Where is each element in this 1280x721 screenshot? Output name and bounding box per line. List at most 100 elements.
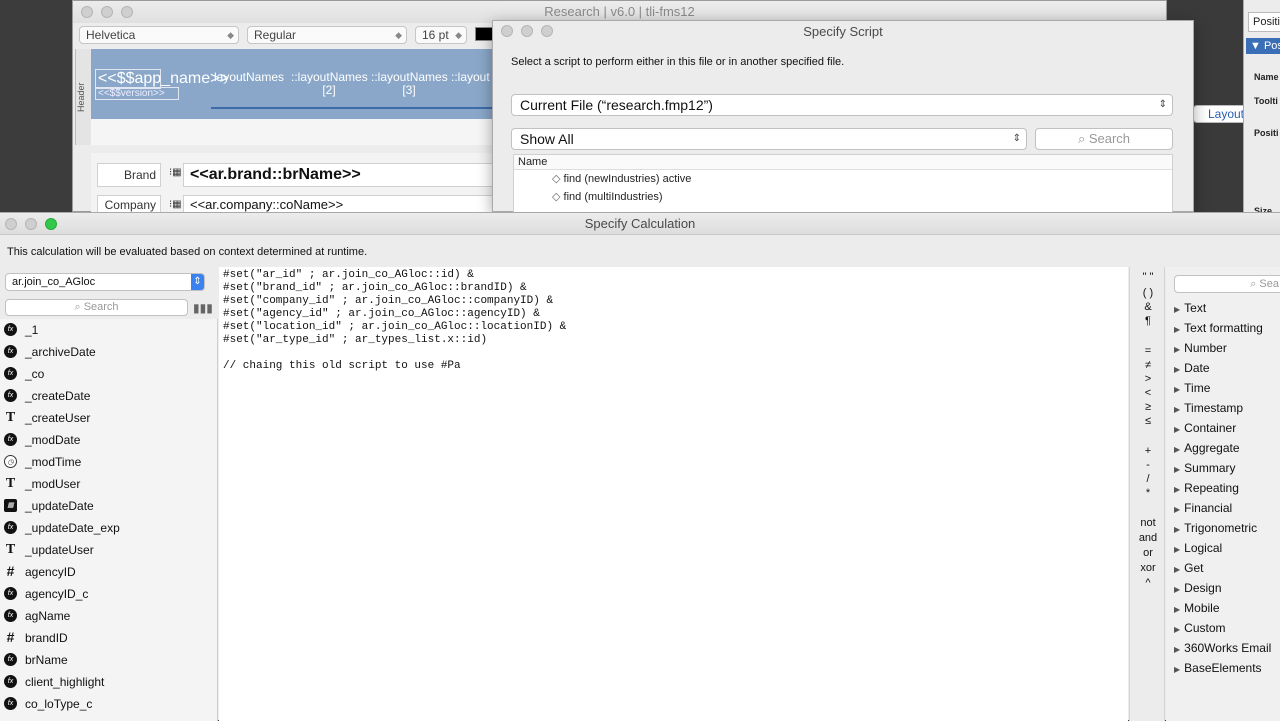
field-list-item[interactable]: fx _archiveDate [0,341,217,363]
field-name: _createDate [25,389,91,403]
chevron-updown-icon: ⇕ [191,274,204,290]
bar-chart-icon[interactable]: ▮▮▮ [193,301,213,315]
version-field[interactable]: <<$$version>> [95,87,179,100]
table-popup[interactable]: ar.join_co_AGloc ⇕ [5,273,205,291]
field-list-item[interactable]: # brandID [0,627,217,649]
function-category[interactable]: ▶ Design [1174,581,1222,595]
operator-button[interactable]: * [1130,487,1166,499]
field-list-item[interactable]: fx _createDate [0,385,217,407]
layout-names-3[interactable]: ::layoutNames [3] [371,71,448,97]
field-list-item[interactable]: fx agName [0,605,217,627]
operator-button[interactable]: - [1130,459,1166,471]
function-category-label: Logical [1184,541,1223,555]
function-category[interactable]: ▶ Custom [1174,621,1226,635]
operator-button[interactable]: ( ) [1130,287,1166,299]
function-category[interactable]: ▶ Number [1174,341,1227,355]
disclosure-triangle-icon: ▶ [1174,325,1181,334]
operator-button[interactable]: xor [1130,562,1166,574]
function-category[interactable]: ▶ Summary [1174,461,1236,475]
operator-button[interactable]: or [1130,547,1166,559]
function-search-input[interactable]: ⌕ Sea [1174,275,1280,293]
close-button[interactable] [5,218,17,230]
operator-button[interactable]: = [1130,345,1166,357]
column-header-name[interactable]: Name [514,155,1172,170]
function-category[interactable]: ▶ Trigonometric [1174,521,1257,535]
zoom-button[interactable] [121,6,133,18]
operator-button[interactable]: ^ [1130,577,1166,589]
app-name-field[interactable]: <<$$app_name>> [95,69,229,89]
field-list-item[interactable]: fx _modDate [0,429,217,451]
calc-field-icon: fx [4,697,17,710]
operator-button[interactable]: / [1130,473,1166,485]
field-search-input[interactable]: ⌕ Search [5,299,188,316]
field-list-item[interactable]: T _updateUser [0,539,217,561]
field-list-item[interactable]: T _createUser [0,407,217,429]
calc-field-icon: fx [4,653,17,666]
function-category[interactable]: ▶ Aggregate [1174,441,1240,455]
operator-button[interactable]: > [1130,373,1166,385]
operator-button[interactable]: ≠ [1130,359,1166,371]
operator-button[interactable]: not [1130,517,1166,529]
field-list-item[interactable]: fx brName [0,649,217,671]
formula-line [223,347,1124,360]
function-category[interactable]: ▶ Time [1174,381,1210,395]
minimize-button[interactable] [101,6,113,18]
field-list-item[interactable]: fx co_loType_c [0,693,217,715]
field-list-item[interactable]: fx _1 [0,319,217,341]
close-button[interactable] [501,25,513,37]
function-category[interactable]: ▶ Logical [1174,541,1222,555]
operator-button[interactable]: < [1130,387,1166,399]
script-item[interactable]: ◇ find (newIndustries) active [514,170,1172,188]
disclosure-triangle-icon: ▶ [1174,425,1181,434]
tab-marker-line [211,107,501,109]
style-select[interactable]: Regular ◆ [247,26,407,44]
function-category[interactable]: ▶ Text formatting [1174,321,1263,335]
function-category[interactable]: ▶ 360Works Email [1174,641,1271,655]
minimize-button[interactable] [521,25,533,37]
field-list-item[interactable]: # agencyID [0,561,217,583]
operator-button[interactable]: and [1130,532,1166,544]
brand-name-field[interactable]: <<ar.brand::brName>> [183,163,501,187]
disclosure-triangle-icon: ▶ [1174,545,1181,554]
layout-names-2[interactable]: ::layoutNames [2] [291,71,368,97]
function-category[interactable]: ▶ Date [1174,361,1210,375]
minimize-button[interactable] [25,218,37,230]
file-popup[interactable]: Current File (“research.fmp12”) ⇕ [511,94,1173,116]
close-button[interactable] [81,6,93,18]
operator-button[interactable]: ¶ [1130,315,1166,327]
function-category[interactable]: ▶ Container [1174,421,1236,435]
field-list-item[interactable]: fx _co [0,363,217,385]
color-swatch[interactable] [475,27,493,41]
brand-label[interactable]: Brand [97,163,161,187]
script-item[interactable]: ◇ find (multiIndustries) [514,188,1172,206]
function-category[interactable]: ▶ Mobile [1174,601,1220,615]
function-category[interactable]: ▶ Text [1174,301,1206,315]
inspector-section[interactable]: ▼ Posi [1246,38,1280,54]
filter-popup[interactable]: Show All ⇕ [511,128,1027,150]
search-icon: ⌕ [1077,131,1086,146]
function-category[interactable]: ▶ BaseElements [1174,661,1262,675]
field-list-item[interactable]: fx _updateDate_exp [0,517,217,539]
field-list-item[interactable]: ▦ _updateDate [0,495,217,517]
font-select[interactable]: Helvetica ◆ [79,26,239,44]
field-list-item[interactable]: fx agencyID_c [0,583,217,605]
operator-button[interactable]: ≥ [1130,401,1166,413]
zoom-button[interactable] [45,218,57,230]
layout-names-1[interactable]: layoutNames [211,71,287,84]
field-list-item[interactable]: T _modUser [0,473,217,495]
field-list-item[interactable]: ◷ _modTime [0,451,217,473]
operator-button[interactable]: ≤ [1130,415,1166,427]
field-list-item[interactable]: fx client_highlight [0,671,217,693]
function-category[interactable]: ▶ Financial [1174,501,1232,515]
formula-editor[interactable]: #set("ar_id" ; ar.join_co_AGloc::id) & #s… [219,267,1128,721]
operator-button[interactable]: + [1130,445,1166,457]
function-category[interactable]: ▶ Get [1174,561,1204,575]
operator-button[interactable]: & [1130,301,1166,313]
operator-button[interactable]: " " [1130,271,1166,283]
size-select[interactable]: 16 pt ◆ [415,26,467,44]
zoom-button[interactable] [541,25,553,37]
function-category[interactable]: ▶ Timestamp [1174,401,1243,415]
script-search-input[interactable]: ⌕ Search [1035,128,1173,150]
function-category[interactable]: ▶ Repeating [1174,481,1239,495]
inspector-tab[interactable]: Positi [1248,12,1280,32]
